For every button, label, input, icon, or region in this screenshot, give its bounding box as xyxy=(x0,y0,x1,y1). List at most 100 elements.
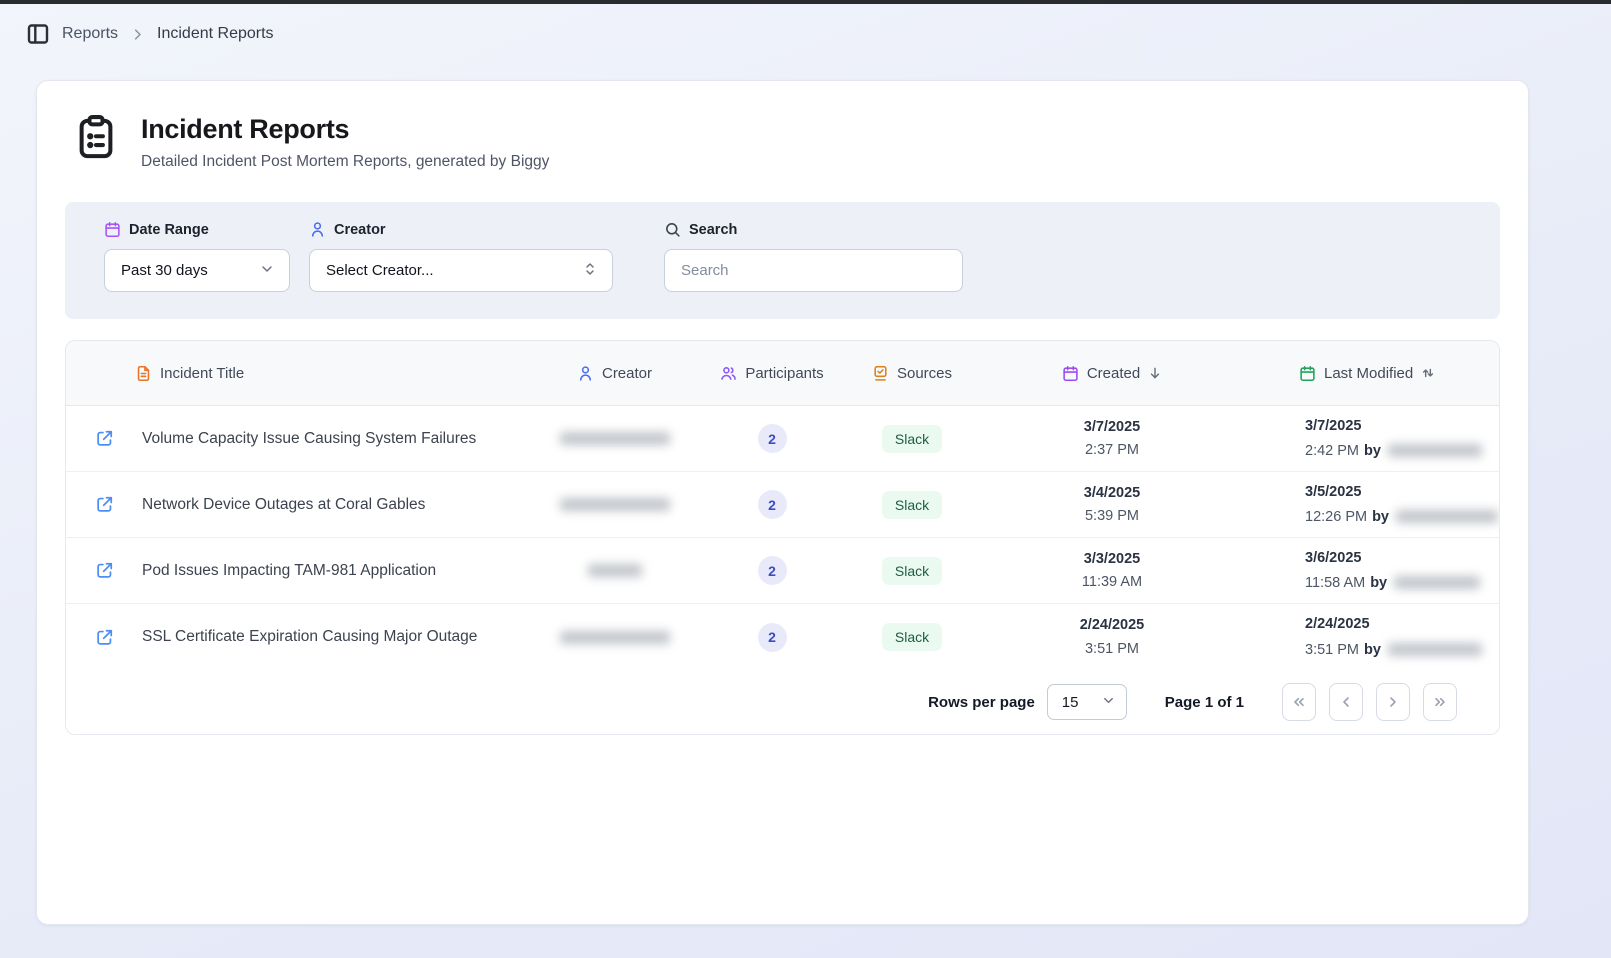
breadcrumb-current: Incident Reports xyxy=(157,25,274,43)
row-link-cell xyxy=(66,429,142,448)
created-time: 2:37 PM xyxy=(1084,443,1140,458)
external-link-icon[interactable] xyxy=(95,495,114,514)
created-cell: 2/24/2025 3:51 PM xyxy=(977,618,1247,656)
chevrons-up-down-icon xyxy=(582,261,598,281)
column-header-incident-title[interactable]: Incident Title xyxy=(66,365,532,382)
table-body: Volume Capacity Issue Causing System Fai… xyxy=(66,406,1499,670)
search-input[interactable] xyxy=(664,249,963,292)
search-icon xyxy=(664,221,681,238)
created-cell: 3/7/2025 2:37 PM xyxy=(977,420,1247,458)
rows-per-page-label: Rows per page xyxy=(928,694,1035,711)
page-status: Page 1 of 1 xyxy=(1165,694,1244,711)
creator-select[interactable]: Select Creator... xyxy=(309,249,613,292)
incident-reports-card: Incident Reports Detailed Incident Post … xyxy=(36,80,1529,925)
modified-by-redacted-blur xyxy=(1388,643,1482,656)
rows-per-page-select[interactable]: 15 xyxy=(1047,684,1127,720)
creator-cell xyxy=(532,631,697,644)
created-time: 5:39 PM xyxy=(1084,509,1140,524)
column-header-created[interactable]: Created xyxy=(977,365,1247,382)
participants-count-badge: 2 xyxy=(758,556,787,585)
creator-cell xyxy=(532,432,697,445)
external-link-icon[interactable] xyxy=(95,628,114,647)
chevron-left-icon xyxy=(1338,694,1354,710)
creator-label: Creator xyxy=(309,221,613,238)
column-label: Participants xyxy=(745,365,823,382)
calendar-icon xyxy=(104,221,121,238)
modified-date: 2/24/2025 xyxy=(1305,617,1499,632)
table-row[interactable]: Pod Issues Impacting TAM-981 Application… xyxy=(66,538,1499,604)
modified-by-label: by xyxy=(1370,575,1387,591)
breadcrumb-reports[interactable]: Reports xyxy=(62,25,118,43)
clipboard-list-icon xyxy=(73,114,119,162)
next-page-button[interactable] xyxy=(1376,683,1410,721)
chevrons-right-icon xyxy=(1432,694,1448,710)
creator-redacted-blur xyxy=(560,631,670,644)
chevron-down-icon xyxy=(1101,693,1116,712)
modified-time-line: 2:42 PMby xyxy=(1305,442,1499,459)
square-check-icon xyxy=(872,365,889,382)
user-icon xyxy=(577,365,594,382)
chevrons-left-icon xyxy=(1291,694,1307,710)
modified-by-label: by xyxy=(1372,509,1389,525)
modified-by-redacted-blur xyxy=(1394,576,1480,589)
creator-label-text: Creator xyxy=(334,222,386,238)
modified-time-line: 11:58 AM by xyxy=(1305,574,1499,591)
modified-time: 11:58 AM xyxy=(1305,575,1365,591)
participants-cell: 2 xyxy=(697,556,847,585)
filter-bar: Date Range Past 30 days Creator Select C… xyxy=(65,202,1500,319)
last-page-button[interactable] xyxy=(1423,683,1457,721)
sidebar-toggle-icon[interactable] xyxy=(26,22,50,46)
created-cell: 3/4/2025 5:39 PM xyxy=(977,486,1247,524)
chevron-right-icon xyxy=(1385,694,1401,710)
incident-title: Network Device Outages at Coral Gables xyxy=(142,496,532,514)
column-header-creator[interactable]: Creator xyxy=(532,365,697,382)
previous-page-button[interactable] xyxy=(1329,683,1363,721)
date-range-select[interactable]: Past 30 days xyxy=(104,249,290,292)
sources-cell: Slack xyxy=(847,491,977,519)
creator-redacted-blur xyxy=(560,432,670,445)
modified-by-label: by xyxy=(1364,642,1381,658)
source-badge: Slack xyxy=(882,425,942,453)
pagination-buttons xyxy=(1282,683,1457,721)
creator-cell xyxy=(532,564,697,577)
sources-cell: Slack xyxy=(847,425,977,453)
external-link-icon[interactable] xyxy=(95,561,114,580)
date-range-label: Date Range xyxy=(104,221,290,238)
search-label: Search xyxy=(664,221,963,238)
column-header-participants[interactable]: Participants xyxy=(697,365,847,382)
creator-select-value: Select Creator... xyxy=(326,262,434,279)
last-modified-cell: 3/5/2025 12:26 PMby xyxy=(1247,485,1499,525)
search-label-text: Search xyxy=(689,222,737,238)
incidents-table: Incident Title Creator Participants Sour… xyxy=(65,340,1500,735)
modified-date: 3/7/2025 xyxy=(1305,419,1499,434)
table-footer: Rows per page 15 Page 1 of 1 xyxy=(66,670,1499,734)
date-range-label-text: Date Range xyxy=(129,222,209,238)
modified-by-redacted-blur xyxy=(1396,510,1498,523)
participants-count-badge: 2 xyxy=(758,623,787,652)
table-row[interactable]: Network Device Outages at Coral Gables 2… xyxy=(66,472,1499,538)
modified-by-label: by xyxy=(1364,443,1381,459)
sort-both-icon xyxy=(1421,366,1435,380)
participants-cell: 2 xyxy=(697,490,847,519)
user-icon xyxy=(309,221,326,238)
incident-title: Pod Issues Impacting TAM-981 Application xyxy=(142,562,532,580)
creator-cell xyxy=(532,498,697,511)
modified-by-redacted-blur xyxy=(1388,444,1482,457)
date-range-value: Past 30 days xyxy=(121,262,208,279)
participants-cell: 2 xyxy=(697,424,847,453)
column-header-last-modified[interactable]: Last Modified xyxy=(1247,365,1499,382)
page-title: Incident Reports xyxy=(141,114,549,145)
rows-per-page-value: 15 xyxy=(1062,694,1079,711)
date-range-filter: Date Range Past 30 days xyxy=(104,221,290,292)
external-link-icon[interactable] xyxy=(95,429,114,448)
modified-date: 3/6/2025 xyxy=(1305,551,1499,566)
column-header-sources[interactable]: Sources xyxy=(847,365,977,382)
file-text-icon xyxy=(135,365,152,382)
created-date: 3/3/2025 xyxy=(1082,552,1142,567)
table-row[interactable]: SSL Certificate Expiration Causing Major… xyxy=(66,604,1499,670)
first-page-button[interactable] xyxy=(1282,683,1316,721)
table-row[interactable]: Volume Capacity Issue Causing System Fai… xyxy=(66,406,1499,472)
last-modified-cell: 3/6/2025 11:58 AM by xyxy=(1247,551,1499,591)
row-link-cell xyxy=(66,561,142,580)
calendar-icon xyxy=(1062,365,1079,382)
